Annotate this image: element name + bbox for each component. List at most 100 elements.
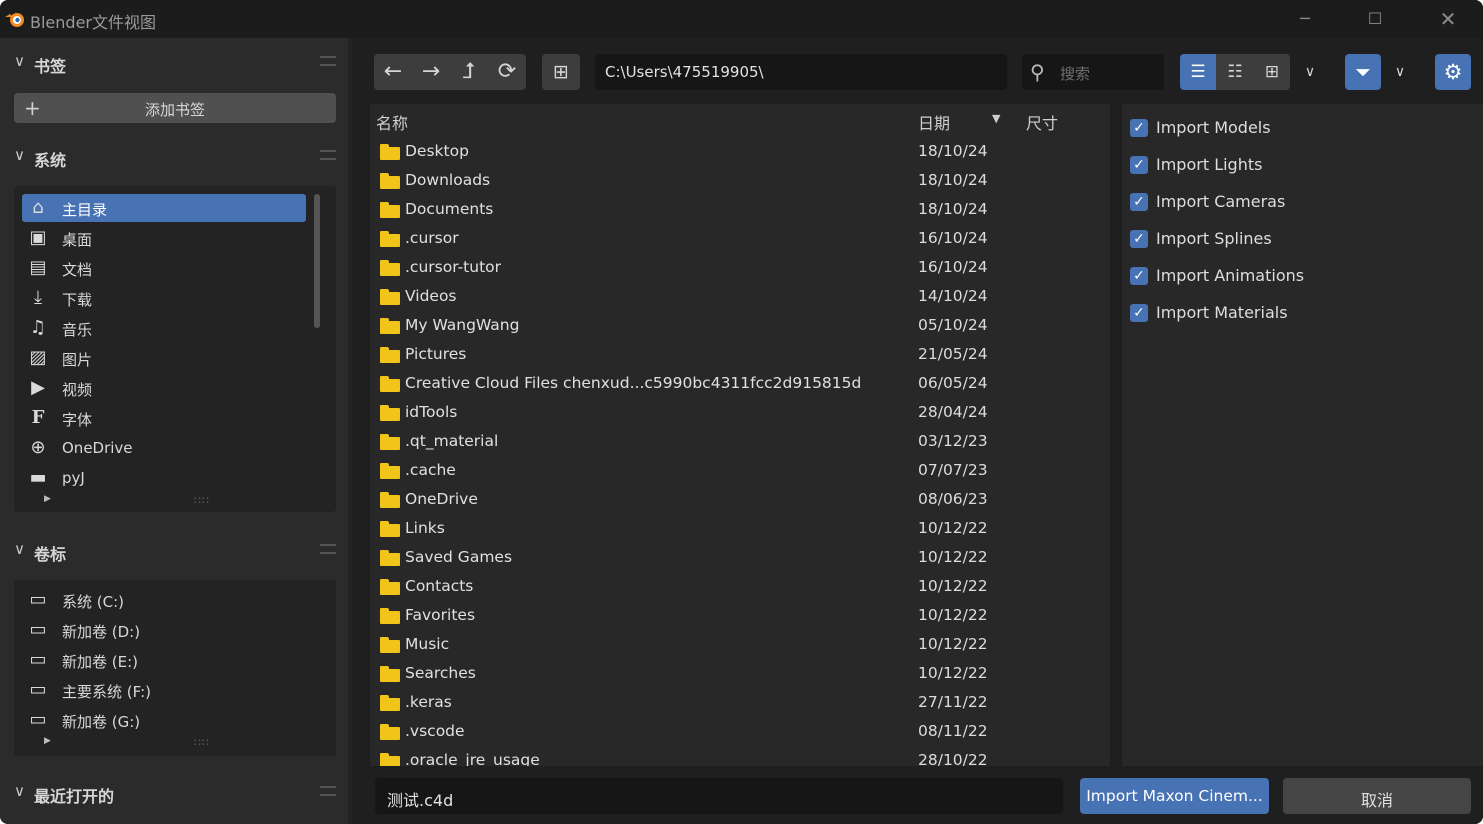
- file-row[interactable]: .oracle_jre_usage 28/10/22: [370, 747, 1095, 766]
- file-row[interactable]: Saved Games 10/12/22: [370, 544, 1095, 573]
- file-browser-window: Blender文件视图 ─ ☐ ✕ ∨ 书签 + 添加书签 ∨ 系统 ⌂ 主目录…: [0, 0, 1483, 824]
- import-splines-checkbox[interactable]: ✓ Import Splines: [1130, 225, 1470, 255]
- file-name: Desktop: [405, 142, 469, 160]
- sidebar-item-documents[interactable]: ▤ 文档: [22, 254, 306, 282]
- file-row[interactable]: My WangWang 05/10/24: [370, 312, 1095, 341]
- file-row[interactable]: Music 10/12/22: [370, 631, 1095, 660]
- file-row[interactable]: .keras 27/11/22: [370, 689, 1095, 718]
- cancel-button-label: 取消: [1360, 791, 1393, 810]
- file-name: .cursor: [405, 229, 459, 247]
- checkmark-icon: ✓: [1130, 119, 1148, 137]
- file-row[interactable]: idTools 28/04/24: [370, 399, 1095, 428]
- system-scrollbar[interactable]: [314, 194, 320, 328]
- volumes-header[interactable]: ∨ 卷标: [0, 532, 348, 570]
- import-lights-checkbox[interactable]: ✓ Import Lights: [1130, 151, 1470, 181]
- sidebar-item-onedrive[interactable]: ⊕ OneDrive: [22, 434, 306, 462]
- sidebar-item-pictures[interactable]: ▨ 图片: [22, 344, 306, 372]
- sidebar-item-home[interactable]: ⌂ 主目录: [22, 194, 306, 222]
- file-row[interactable]: .vscode 08/11/22: [370, 718, 1095, 747]
- add-bookmark-button[interactable]: + 添加书签: [14, 93, 336, 123]
- back-arrow-icon[interactable]: ←: [374, 54, 412, 90]
- folder-icon: [380, 521, 400, 537]
- volume-label: 新加卷 (D:): [62, 623, 141, 641]
- file-date: 16/10/24: [918, 258, 988, 276]
- search-input[interactable]: ⚲ 搜索: [1022, 54, 1164, 90]
- expand-triangle-icon[interactable]: ▶: [44, 736, 51, 746]
- checkbox-label: Import Cameras: [1156, 192, 1286, 211]
- filter-dropdown-icon[interactable]: ∨: [1385, 54, 1415, 90]
- folder-icon: [380, 202, 400, 218]
- expand-triangle-icon[interactable]: ▶: [44, 494, 51, 504]
- display-settings-dropdown-icon[interactable]: ∨: [1295, 54, 1325, 90]
- file-row[interactable]: .cache 07/07/23: [370, 457, 1095, 486]
- thumbnail-view-icon[interactable]: ⊞: [1254, 54, 1290, 90]
- import-button[interactable]: Import Maxon Cinem...: [1080, 778, 1269, 814]
- system-header[interactable]: ∨ 系统: [0, 138, 348, 176]
- volume-item-d[interactable]: ▭ 新加卷 (D:): [22, 616, 306, 644]
- file-row[interactable]: Contacts 10/12/22: [370, 573, 1095, 602]
- forward-arrow-icon[interactable]: →: [412, 54, 450, 90]
- file-row[interactable]: Favorites 10/12/22: [370, 602, 1095, 631]
- file-row[interactable]: OneDrive 08/06/23: [370, 486, 1095, 515]
- sidebar-item-label: pyJ: [62, 469, 85, 487]
- folder-icon: [380, 463, 400, 479]
- checkbox-label: Import Splines: [1156, 229, 1272, 248]
- file-row[interactable]: Documents 18/10/24: [370, 196, 1095, 225]
- parent-directory-icon[interactable]: ⮥: [450, 54, 488, 90]
- volume-item-c[interactable]: ▭ 系统 (C:): [22, 586, 306, 614]
- file-row[interactable]: Videos 14/10/24: [370, 283, 1095, 312]
- filename-input[interactable]: 测试.c4d: [375, 778, 1063, 814]
- import-materials-checkbox[interactable]: ✓ Import Materials: [1130, 299, 1470, 329]
- gear-icon[interactable]: ⚙: [1435, 54, 1471, 90]
- file-row[interactable]: Searches 10/12/22: [370, 660, 1095, 689]
- volume-item-e[interactable]: ▭ 新加卷 (E:): [22, 646, 306, 674]
- drag-handle-icon[interactable]: [320, 544, 336, 554]
- sidebar-item-music[interactable]: ♫ 音乐: [22, 314, 306, 342]
- file-row[interactable]: .cursor-tutor 16/10/24: [370, 254, 1095, 283]
- sidebar-item-videos[interactable]: ▶ 视频: [22, 374, 306, 402]
- volume-item-f[interactable]: ▭ 主要系统 (F:): [22, 676, 306, 704]
- list-horizontal-view-icon[interactable]: ☷: [1217, 54, 1253, 90]
- path-field[interactable]: C:\Users\475519905\: [595, 54, 1007, 90]
- blender-logo-icon: [5, 13, 24, 27]
- folder-icon: [380, 579, 400, 595]
- refresh-icon[interactable]: ⟳: [488, 54, 526, 90]
- file-row[interactable]: .qt_material 03/12/23: [370, 428, 1095, 457]
- import-models-checkbox[interactable]: ✓ Import Models: [1130, 114, 1470, 144]
- minimize-icon[interactable]: ─: [1285, 6, 1325, 32]
- resize-grip-icon[interactable]: ∷∷: [194, 736, 210, 749]
- sidebar-item-downloads[interactable]: ⤓ 下载: [22, 284, 306, 312]
- volume-label: 新加卷 (E:): [62, 653, 139, 671]
- file-name: Videos: [405, 287, 457, 305]
- file-row[interactable]: .cursor 16/10/24: [370, 225, 1095, 254]
- volume-item-g[interactable]: ▭ 新加卷 (G:): [22, 706, 306, 734]
- filter-icon[interactable]: ⏷: [1345, 54, 1381, 90]
- folder-icon: [380, 753, 400, 766]
- file-row[interactable]: Pictures 21/05/24: [370, 341, 1095, 370]
- recent-header[interactable]: ∨ 最近打开的: [0, 774, 348, 812]
- sidebar-item-pyj[interactable]: ▬ pyJ: [22, 464, 306, 492]
- drag-handle-icon[interactable]: [320, 786, 336, 796]
- file-row[interactable]: Desktop 18/10/24: [370, 138, 1095, 167]
- file-row[interactable]: Downloads 18/10/24: [370, 167, 1095, 196]
- maximize-icon[interactable]: ☐: [1355, 6, 1395, 32]
- sidebar-item-fonts[interactable]: F 字体: [22, 404, 306, 432]
- import-cameras-checkbox[interactable]: ✓ Import Cameras: [1130, 188, 1470, 218]
- filename-text: 测试.c4d: [387, 791, 454, 810]
- new-folder-button[interactable]: ⊞: [542, 54, 580, 90]
- file-row[interactable]: Creative Cloud Files chenxud...c5990bc43…: [370, 370, 1095, 399]
- cancel-button[interactable]: 取消: [1283, 778, 1471, 814]
- list-vertical-view-icon[interactable]: ☰: [1180, 54, 1216, 90]
- drag-handle-icon[interactable]: [320, 150, 336, 160]
- resize-grip-icon[interactable]: ∷∷: [194, 494, 210, 507]
- import-animations-checkbox[interactable]: ✓ Import Animations: [1130, 262, 1470, 292]
- drag-handle-icon[interactable]: [320, 56, 336, 66]
- chevron-down-icon: ∨: [14, 52, 25, 70]
- file-name: Downloads: [405, 171, 491, 189]
- search-placeholder: 搜索: [1060, 65, 1091, 83]
- sidebar-item-label: OneDrive: [62, 439, 133, 457]
- close-icon[interactable]: ✕: [1428, 6, 1468, 32]
- bookmarks-header[interactable]: ∨ 书签: [0, 44, 348, 82]
- sidebar-item-desktop[interactable]: ▣ 桌面: [22, 224, 306, 252]
- file-row[interactable]: Links 10/12/22: [370, 515, 1095, 544]
